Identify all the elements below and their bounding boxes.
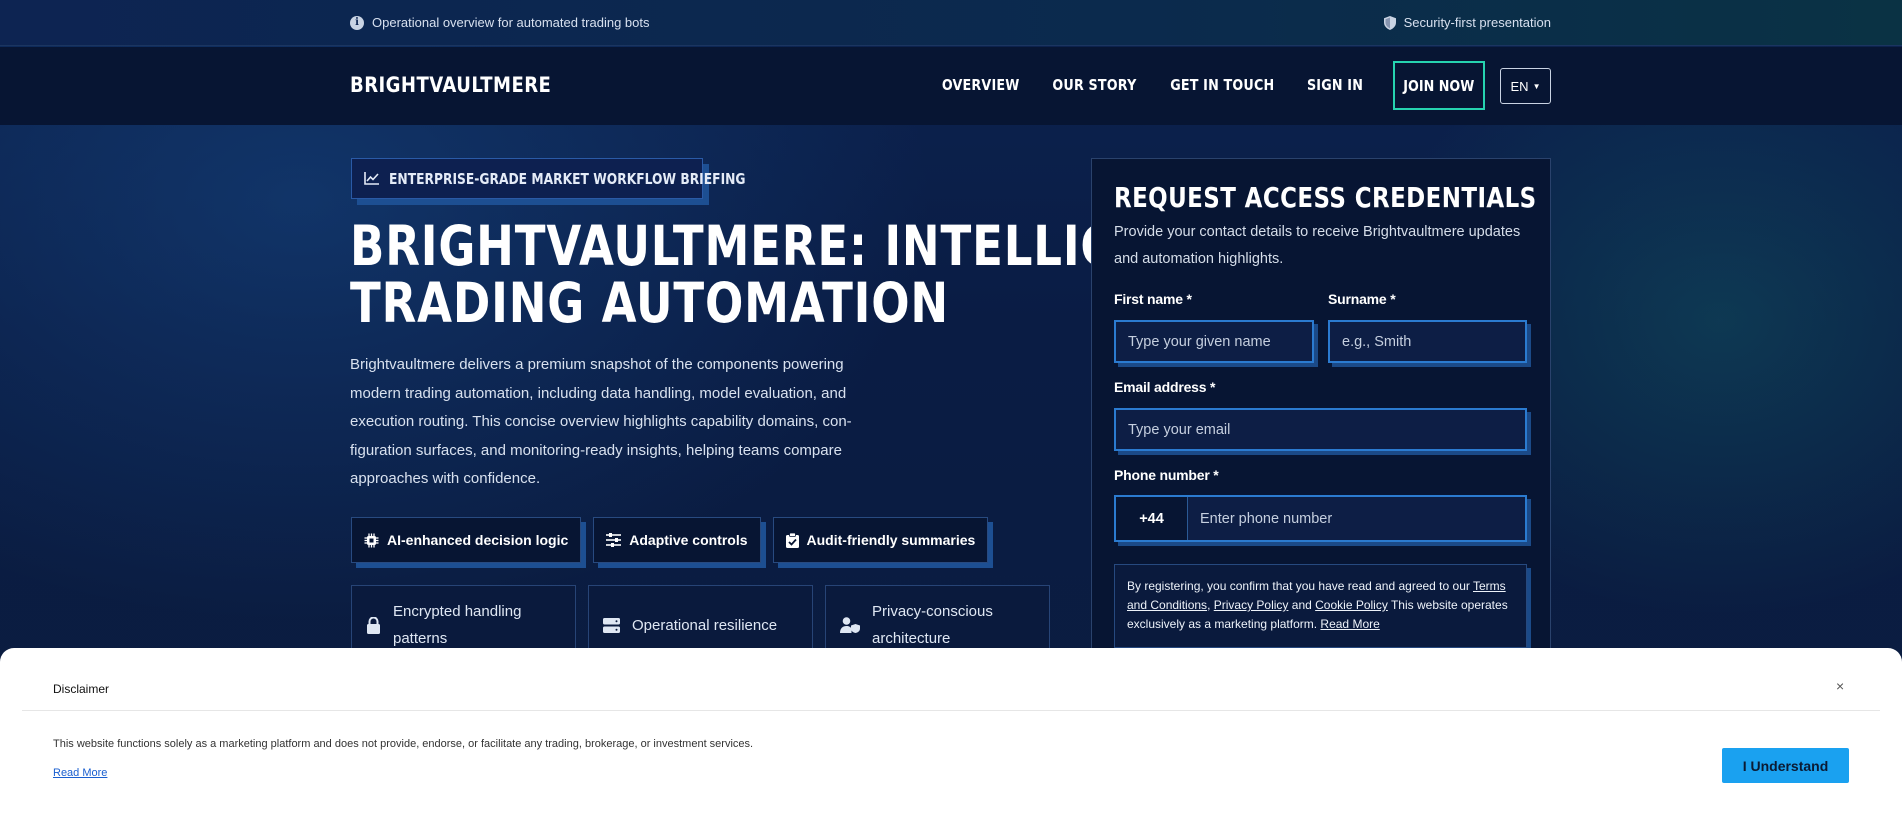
main-navbar: BRIGHTVAULTMERE OVERVIEW OUR STORY GET I… bbox=[0, 47, 1902, 125]
hero-badge: ENTERPRISE-GRADE MARKET WORKFLOW BRIEFIN… bbox=[351, 158, 746, 199]
shield-icon bbox=[1383, 15, 1396, 30]
nav-overview[interactable]: OVERVIEW bbox=[942, 76, 1020, 94]
chip-icon bbox=[364, 533, 379, 548]
capability-chips: AI-enhanced decision logic Adaptive cont… bbox=[351, 517, 989, 563]
email-input[interactable] bbox=[1114, 408, 1527, 451]
disclaimer-read-more-link[interactable]: Read More bbox=[53, 767, 107, 779]
chip-label: Adaptive controls bbox=[629, 532, 748, 548]
form-title: REQUEST ACCESS CREDENTIALS bbox=[1114, 181, 1537, 214]
surname-label: Surname * bbox=[1328, 291, 1396, 307]
first-name-label: First name * bbox=[1114, 291, 1192, 307]
cookie-policy-link[interactable]: Cookie Policy bbox=[1315, 598, 1388, 612]
join-now-label: JOIN NOW bbox=[1403, 76, 1475, 95]
info-icon: i bbox=[350, 15, 364, 30]
surname-input[interactable] bbox=[1328, 320, 1527, 363]
feature-label: Operational resilience bbox=[632, 616, 778, 634]
server-icon bbox=[603, 617, 620, 633]
nav-links: OVERVIEW OUR STORY GET IN TOUCH SIGN IN bbox=[935, 76, 1368, 94]
feature-label: Encrypted handling patterns bbox=[393, 603, 522, 647]
consent-prefix: By registering, you confirm that you hav… bbox=[1127, 579, 1470, 593]
sliders-icon bbox=[606, 533, 622, 547]
nav-our-story[interactable]: OUR STORY bbox=[1052, 76, 1136, 94]
nav-sign-in[interactable]: SIGN IN bbox=[1307, 76, 1363, 94]
user-shield-icon bbox=[840, 617, 860, 633]
feature-label: Privacy-conscious architecture bbox=[872, 603, 993, 647]
email-label: Email address * bbox=[1114, 379, 1216, 395]
chip-ai-decision: AI-enhanced decision logic bbox=[351, 517, 582, 563]
hero-badge-text: ENTERPRISE-GRADE MARKET WORKFLOW BRIEFIN… bbox=[389, 169, 746, 188]
chip-audit-summaries: Audit-friendly summaries bbox=[772, 517, 989, 563]
phone-country-code[interactable]: +44 bbox=[1116, 497, 1188, 540]
clipboard-check-icon bbox=[785, 532, 799, 548]
consent-and: and bbox=[1291, 598, 1312, 612]
phone-label: Phone number * bbox=[1114, 467, 1219, 483]
hero-description: Brightvaultmere delivers a premium snaps… bbox=[350, 356, 852, 487]
disclaimer-banner: Disclaimer × This website functions sole… bbox=[0, 648, 1902, 818]
consent-box: By registering, you confirm that you hav… bbox=[1114, 564, 1527, 648]
close-icon[interactable]: × bbox=[1836, 678, 1844, 694]
chip-label: AI-enhanced decision logic bbox=[387, 532, 569, 548]
top-info-right: Security-first presentation bbox=[1383, 15, 1551, 30]
hero-title: BRIGHTVAULTMERE: INTELLIGENT TRADING AUT… bbox=[350, 214, 1221, 335]
chart-line-icon bbox=[364, 172, 379, 185]
nav-get-in-touch[interactable]: GET IN TOUCH bbox=[1171, 76, 1275, 94]
hero-title-line-2: TRADING AUTOMATION bbox=[350, 271, 949, 335]
i-understand-button[interactable]: I Understand bbox=[1722, 748, 1849, 783]
phone-input[interactable] bbox=[1188, 497, 1525, 540]
top-security-text: Security-first presentation bbox=[1403, 15, 1551, 30]
form-subtitle: Provide your contact details to receive … bbox=[1114, 224, 1521, 267]
chevron-down-icon: ▼ bbox=[1532, 81, 1541, 91]
chip-label: Audit-friendly summaries bbox=[806, 532, 976, 548]
top-info-bar: i Operational overview for automated tra… bbox=[0, 0, 1902, 46]
consent-read-more-link[interactable]: Read More bbox=[1320, 617, 1379, 631]
privacy-link[interactable]: Privacy Policy bbox=[1214, 598, 1289, 612]
join-now-button[interactable]: JOIN NOW bbox=[1393, 61, 1485, 110]
language-label: EN bbox=[1510, 78, 1529, 94]
phone-field: +44 bbox=[1114, 495, 1527, 542]
disclaimer-divider bbox=[22, 710, 1880, 711]
chip-adaptive-controls: Adaptive controls bbox=[593, 517, 761, 563]
disclaimer-title: Disclaimer bbox=[53, 682, 110, 696]
language-selector[interactable]: EN ▼ bbox=[1500, 68, 1551, 104]
request-access-form: REQUEST ACCESS CREDENTIALS Provide your … bbox=[1091, 158, 1551, 678]
disclaimer-text: This website functions solely as a marke… bbox=[53, 738, 754, 750]
first-name-input[interactable] bbox=[1114, 320, 1314, 363]
top-info-text: Operational overview for automated tradi… bbox=[372, 15, 650, 30]
top-info-left: i Operational overview for automated tra… bbox=[350, 15, 650, 30]
brand-logo[interactable]: BRIGHTVAULTMERE bbox=[350, 73, 551, 97]
lock-icon bbox=[366, 616, 381, 634]
hero-title-line-1: BRIGHTVAULTMERE: INTELLIGENT bbox=[350, 214, 1221, 278]
